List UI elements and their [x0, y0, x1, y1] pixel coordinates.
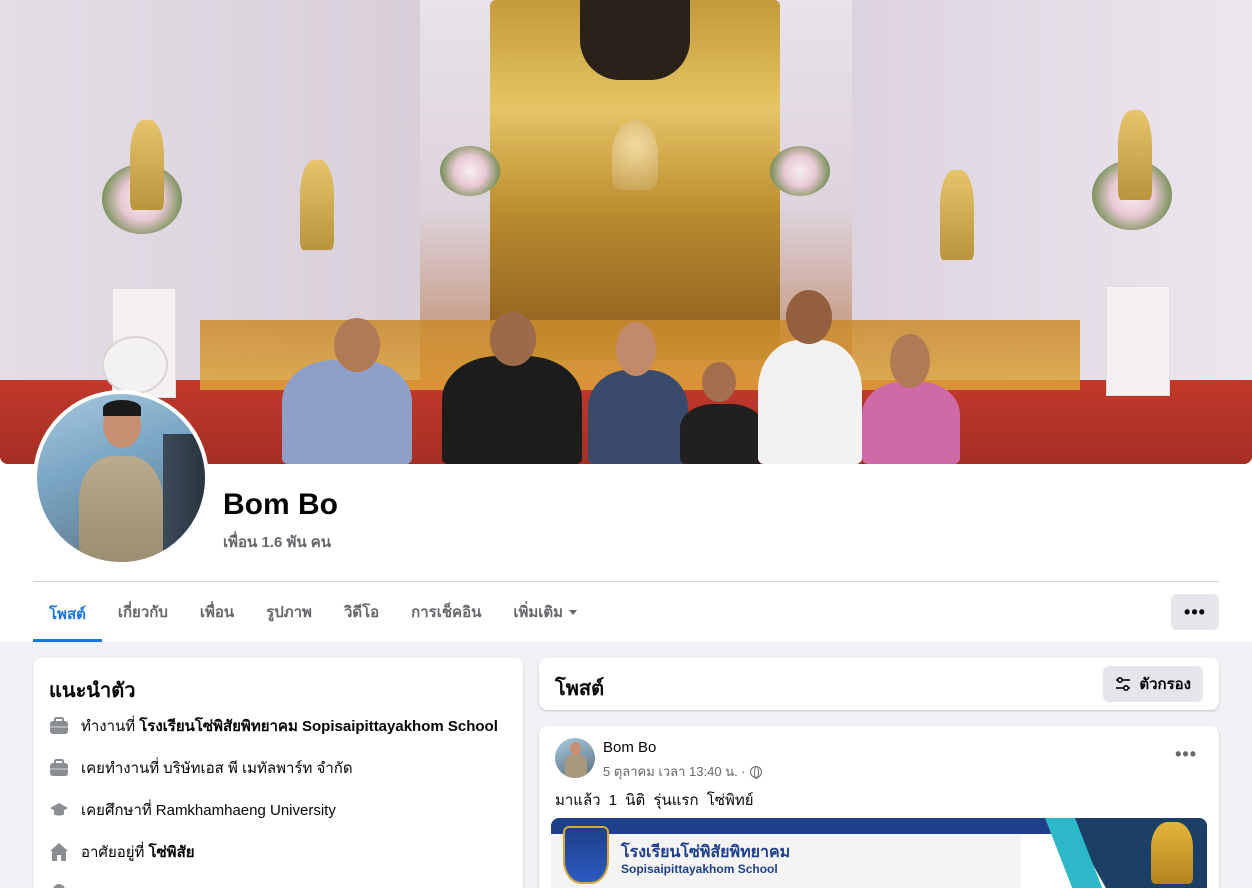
filter-button[interactable]: ตัวกรอง — [1103, 666, 1203, 702]
tab-posts[interactable]: โพสต์ — [33, 586, 102, 642]
tab-photos[interactable]: รูปภาพ — [250, 586, 328, 638]
friends-count[interactable]: เพื่อน 1.6 พัน คน — [223, 530, 331, 554]
tab-label: วิดีโอ — [343, 604, 380, 621]
intro-prefix: เคยศึกษาที่ — [81, 802, 152, 819]
cover-photo[interactable] — [0, 0, 1252, 464]
tab-checkins[interactable]: การเช็คอิน — [395, 586, 497, 638]
tab-videos[interactable]: วิดีโอ — [328, 586, 395, 638]
location-icon — [49, 882, 69, 888]
profile-avatar[interactable] — [37, 394, 205, 562]
tab-label: เพื่อน — [199, 604, 235, 621]
tab-about[interactable]: เกี่ยวกับ — [102, 586, 184, 638]
post-text: มาแล้ว 1 นิติ รุ่นแรก โซ่พิทย์ — [555, 792, 754, 809]
post-author-name[interactable]: Bom Bo — [603, 739, 656, 756]
home-icon — [49, 842, 69, 862]
tab-friends[interactable]: เพื่อน — [184, 586, 250, 638]
filter-label: ตัวกรอง — [1139, 676, 1191, 693]
post-image[interactable]: โรงเรียนโซ่พิสัยพิทยาคม Sopisaipittayakh… — [551, 818, 1207, 888]
briefcase-icon — [49, 716, 69, 736]
tab-label: เพิ่มเติม — [513, 604, 564, 621]
intro-item-work: ทำงานที่ โรงเรียนโซ่พิสัยพิทยาคม Sopisai… — [49, 714, 498, 738]
crest-icon — [1151, 822, 1193, 884]
profile-tabs: โพสต์ เกี่ยวกับ เพื่อน รูปภาพ วิดีโอ การ… — [33, 586, 593, 642]
intro-prefix: เคยทำงานที่ — [81, 760, 160, 777]
school-logo-icon — [563, 826, 609, 884]
briefcase-icon — [49, 758, 69, 778]
tab-label: การเช็คอิน — [411, 604, 482, 621]
graduation-cap-icon — [49, 800, 69, 820]
intro-item-education: เคยศึกษาที่ Ramkhamhaeng University — [49, 798, 336, 822]
post-author-avatar[interactable] — [555, 738, 595, 778]
intro-card: แนะนำตัว ทำงานที่ โรงเรียนโซ่พิสัยพิทยาค… — [33, 658, 523, 888]
intro-value-link[interactable]: บริษัทเอส พี เมทัลพาร์ท จำกัด — [163, 756, 352, 780]
tab-label: รูปภาพ — [266, 604, 312, 621]
post-timestamp[interactable]: 5 ตุลาคม เวลา 13:40 น. · — [603, 761, 746, 782]
globe-icon — [749, 765, 762, 779]
post-meta: 5 ตุลาคม เวลา 13:40 น. · — [603, 761, 762, 782]
tab-label: โพสต์ — [49, 606, 86, 623]
posts-header-card: โพสต์ ตัวกรอง — [539, 658, 1219, 710]
profile-name: Bom Bo — [223, 488, 338, 521]
banner-subtitle: Sopisaipittayakhom School — [621, 862, 778, 876]
intro-value-link[interactable]: Ramkhamhaeng University — [156, 802, 336, 819]
intro-value-link[interactable]: โซ่พิสัย — [148, 840, 194, 864]
post-card: Bom Bo 5 ตุลาคม เวลา 13:40 น. · ••• มาแล… — [539, 726, 1219, 888]
header-divider — [33, 581, 1219, 582]
intro-item-past-work: เคยทำงานที่ บริษัทเอส พี เมทัลพาร์ท จำกั… — [49, 756, 353, 780]
sliders-icon — [1115, 676, 1131, 692]
intro-item-partial — [49, 882, 81, 888]
tab-label: เกี่ยวกับ — [117, 604, 168, 621]
intro-prefix: ทำงานที่ — [81, 718, 136, 735]
intro-title: แนะนำตัว — [49, 680, 136, 702]
caret-down-icon — [569, 609, 578, 615]
post-options-button[interactable]: ••• — [1175, 744, 1197, 765]
more-options-button[interactable]: ••• — [1171, 594, 1219, 630]
intro-item-lives: อาศัยอยู่ที่ โซ่พิสัย — [49, 840, 195, 864]
tab-more[interactable]: เพิ่มเติม — [497, 586, 593, 638]
posts-title: โพสต์ — [555, 678, 605, 700]
intro-prefix: อาศัยอยู่ที่ — [81, 844, 145, 861]
intro-value-link[interactable]: โรงเรียนโซ่พิสัยพิทยาคม Sopisaipittayakh… — [139, 714, 498, 738]
